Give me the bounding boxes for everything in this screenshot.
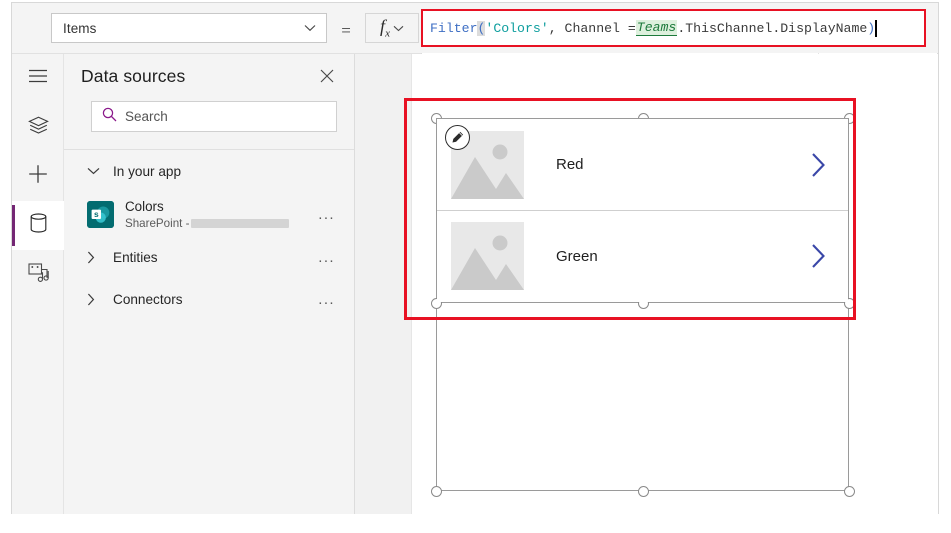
data-source-group-connectors[interactable]: Connectors ... xyxy=(64,278,354,320)
chevron-right-icon[interactable] xyxy=(811,152,848,178)
media-icon xyxy=(27,262,49,288)
fx-button[interactable]: fx xyxy=(365,13,419,43)
canvas-gutter xyxy=(355,54,412,514)
data-source-subtitle: SharePoint - xyxy=(125,216,318,231)
resize-handle-bottom-center[interactable] xyxy=(638,486,649,497)
gallery-item-row[interactable]: Green xyxy=(437,210,848,301)
rail-item-insert[interactable] xyxy=(12,152,64,201)
resize-handle-bottom-left[interactable] xyxy=(431,486,442,497)
gallery-item-row[interactable]: Red xyxy=(437,119,848,210)
group-label: Entities xyxy=(113,249,158,265)
group-menu-button[interactable]: ... xyxy=(318,249,337,266)
text-caret xyxy=(875,19,877,37)
panel-title: Data sources xyxy=(81,65,186,86)
rail-item-data[interactable] xyxy=(12,201,64,250)
data-source-item-menu-button[interactable]: ... xyxy=(318,206,337,223)
data-source-group-entities[interactable]: Entities ... xyxy=(64,236,354,278)
fx-icon: fx xyxy=(380,16,390,40)
data-source-subtitle-prefix: SharePoint - xyxy=(125,216,190,230)
data-source-item-text: Colors SharePoint - xyxy=(114,198,318,231)
chevron-down-icon xyxy=(87,167,113,175)
search-icon xyxy=(102,107,117,127)
search-box[interactable]: Search xyxy=(91,101,337,132)
formula-token-string: 'Colors' xyxy=(485,20,549,36)
chevron-right-icon[interactable] xyxy=(811,243,848,269)
data-sources-header: Data sources xyxy=(64,54,354,98)
formula-token-function: Filter xyxy=(430,20,478,36)
resize-handle-bottom-right[interactable] xyxy=(844,486,855,497)
group-label: Connectors xyxy=(113,291,183,307)
data-icon xyxy=(30,213,47,238)
powerapps-studio-window: Items = fx Filter('Colors', Channel = Te… xyxy=(0,0,951,533)
pencil-edit-icon[interactable] xyxy=(445,125,470,150)
formula-token-operator: , Channel = xyxy=(548,20,636,36)
data-source-group-in-your-app[interactable]: In your app xyxy=(64,150,354,192)
data-source-name: Colors xyxy=(125,198,164,214)
data-source-item-colors[interactable]: s Colors SharePoint - ... xyxy=(64,192,354,236)
search-input[interactable]: Search xyxy=(125,109,168,124)
gallery-item-label: Green xyxy=(556,247,598,265)
formula-toolbar: Items = fx Filter('Colors', Channel = Te… xyxy=(12,3,938,54)
canvas-area: Red Green xyxy=(355,54,938,514)
formula-token-open-paren: ( xyxy=(477,20,486,36)
group-label: In your app xyxy=(113,163,182,179)
equals-sign: = xyxy=(341,21,351,40)
left-icon-rail xyxy=(12,54,64,514)
group-menu-button[interactable]: ... xyxy=(318,291,337,308)
chevron-down-icon xyxy=(393,19,404,37)
insert-icon xyxy=(28,164,48,189)
redacted-account-text xyxy=(191,218,290,228)
rail-item-menu[interactable] xyxy=(12,54,64,103)
property-select-value: Items xyxy=(63,20,97,36)
app-frame: Items = fx Filter('Colors', Channel = Te… xyxy=(11,2,939,514)
gallery-control[interactable]: Red Green xyxy=(437,119,848,302)
formula-token-close-paren: ) xyxy=(867,20,876,36)
image-placeholder-icon xyxy=(451,222,524,290)
formula-token-property: .ThisChannel.DisplayName xyxy=(677,20,868,36)
tree-view-icon xyxy=(27,116,49,140)
formula-input[interactable]: Filter('Colors', Channel = Teams .ThisCha… xyxy=(423,11,924,45)
data-sources-panel: Data sources Search In your app s Colors… xyxy=(64,54,355,514)
svg-text:s: s xyxy=(94,208,99,218)
canvas-surface[interactable]: Red Green xyxy=(412,54,938,514)
property-select[interactable]: Items xyxy=(51,13,327,43)
sharepoint-icon: s xyxy=(87,200,114,228)
gallery-item-label: Red xyxy=(556,156,584,173)
rail-item-media[interactable] xyxy=(12,250,64,299)
formula-input-annotation: Filter('Colors', Channel = Teams .ThisCha… xyxy=(421,9,926,47)
chevron-right-icon xyxy=(87,251,113,264)
close-icon[interactable] xyxy=(316,65,338,87)
menu-icon xyxy=(28,69,48,88)
chevron-right-icon xyxy=(87,293,113,306)
chevron-down-icon xyxy=(304,24,316,32)
formula-token-identifier: Teams xyxy=(635,20,678,36)
rail-item-tree-view[interactable] xyxy=(12,103,64,152)
